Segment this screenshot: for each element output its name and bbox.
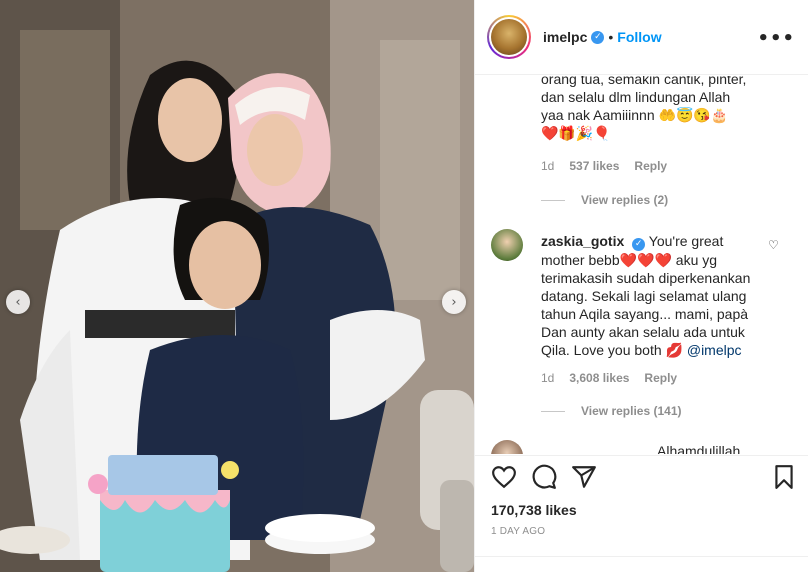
- divider-line: [541, 410, 565, 412]
- comment-time: 1d: [541, 159, 555, 173]
- mention-link[interactable]: @imelpc: [687, 342, 742, 358]
- comment-text-line: tahun Aqila sayang... mami, papà: [541, 305, 749, 322]
- view-replies-button[interactable]: View replies (141): [541, 404, 682, 418]
- follow-button[interactable]: Follow: [617, 29, 661, 45]
- comment-meta: 1d 3,608 likes Reply: [541, 371, 677, 385]
- reply-button[interactable]: Reply: [634, 159, 667, 173]
- comment-meta: 1d 537 likes Reply: [541, 159, 667, 173]
- comment-text-line: Alhamdulillah: [657, 443, 741, 454]
- reply-button[interactable]: Reply: [644, 371, 677, 385]
- comment-likes[interactable]: 537 likes: [569, 159, 619, 173]
- commenter-avatar[interactable]: [491, 229, 523, 261]
- comment-time: 1d: [541, 371, 555, 385]
- commenter-avatar[interactable]: [491, 440, 523, 454]
- next-photo-button[interactable]: ›: [442, 290, 466, 314]
- separator-dot: •: [608, 29, 614, 45]
- view-replies-button[interactable]: View replies (2): [541, 193, 668, 207]
- comment-likes[interactable]: 3,608 likes: [569, 371, 629, 385]
- comment-like-heart-icon[interactable]: ♡: [768, 238, 779, 252]
- comment-text-line: Alhamdulillah: [657, 442, 740, 454]
- comment-text-line: You're great: [648, 233, 724, 249]
- comments-list[interactable]: orang tua, semakin cantik, pinter, dan s…: [475, 76, 808, 454]
- comment-text-line: Qila. Love you both 💋: [541, 341, 683, 358]
- comment-text-line: yaa nak Aamiiinnn 🤲😇😘🎂: [541, 107, 729, 123]
- view-replies-label: View replies (141): [581, 404, 682, 418]
- comment-first-line: zaskia_gotix ✓ You're great: [541, 232, 771, 251]
- post-time[interactable]: 1 DAY AGO: [491, 526, 545, 537]
- comment-item: orang tua, semakin cantik, pinter, dan s…: [541, 76, 791, 142]
- commenter-username[interactable]: zaskia_gotix: [541, 233, 624, 249]
- comment-last-line: Qila. Love you both 💋 @imelpc: [541, 341, 771, 359]
- divider-line: [541, 199, 565, 201]
- more-options-icon[interactable]: •••: [757, 28, 795, 49]
- comment-text-line: orang tua, semakin cantik, pinter,: [541, 76, 747, 87]
- comment-text-line: Dan aunty akan selalu ada untuk: [541, 323, 745, 340]
- share-paper-plane-icon[interactable]: [571, 464, 597, 490]
- story-ring[interactable]: [487, 15, 531, 59]
- verified-badge-icon: ✓: [632, 237, 646, 251]
- comment-text-line: terimakasih sudah diperkenankan: [541, 269, 751, 286]
- add-comment-bar[interactable]: [475, 556, 808, 572]
- post-photo[interactable]: ‹ ›: [0, 0, 474, 572]
- post-username[interactable]: imelpc: [543, 29, 587, 45]
- prev-photo-button[interactable]: ‹: [6, 290, 30, 314]
- save-bookmark-icon[interactable]: [771, 464, 797, 490]
- photo-illustration: [0, 0, 474, 572]
- comment-text-line: dan selalu dlm lindungan Allah: [541, 89, 731, 105]
- verified-badge-icon: ✓: [591, 30, 605, 44]
- avatar: [491, 19, 527, 55]
- post-actions: 170,738 likes 1 DAY AGO: [475, 455, 808, 572]
- post-side-panel: imelpc ✓ • Follow ••• orang tua, semakin…: [474, 0, 808, 572]
- chevron-left-icon: ‹: [15, 294, 21, 310]
- likes-count[interactable]: 170,738 likes: [491, 502, 577, 518]
- comment-text-line: ❤️🎁🎉🎈: [541, 125, 611, 141]
- post-header: imelpc ✓ • Follow •••: [475, 0, 808, 75]
- comment-text-line: datang. Sekali lagi selamat ulang: [541, 287, 747, 304]
- comment-bubble-icon[interactable]: [531, 464, 557, 490]
- comment-item: zaskia_gotix ✓ You're great mother bebb❤…: [541, 232, 771, 359]
- comment-text-line: mother bebb❤️❤️❤️ aku yg: [541, 251, 718, 268]
- chevron-right-icon: ›: [451, 294, 457, 310]
- view-replies-label: View replies (2): [581, 193, 669, 207]
- like-heart-icon[interactable]: [491, 464, 517, 490]
